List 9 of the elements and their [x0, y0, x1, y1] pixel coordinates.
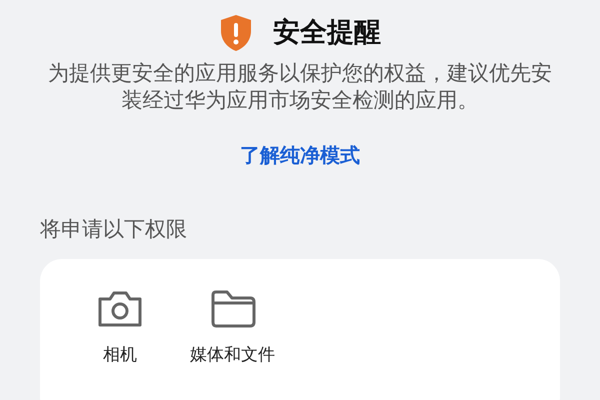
permission-label: 媒体和文件: [190, 344, 275, 366]
folder-icon: [208, 289, 256, 329]
camera-icon: [96, 289, 144, 329]
learn-more-link[interactable]: 了解纯净模式: [240, 142, 360, 169]
permission-label: 相机: [103, 344, 137, 366]
dialog-title: 安全提醒: [273, 16, 381, 50]
warning-shield-icon: [219, 14, 253, 52]
permissions-heading: 将申请以下权限: [40, 216, 187, 243]
security-message: 为提供更安全的应用服务以保护您的权益，建议优先安装经过华为应用市场安全检测的应用。: [47, 60, 553, 114]
